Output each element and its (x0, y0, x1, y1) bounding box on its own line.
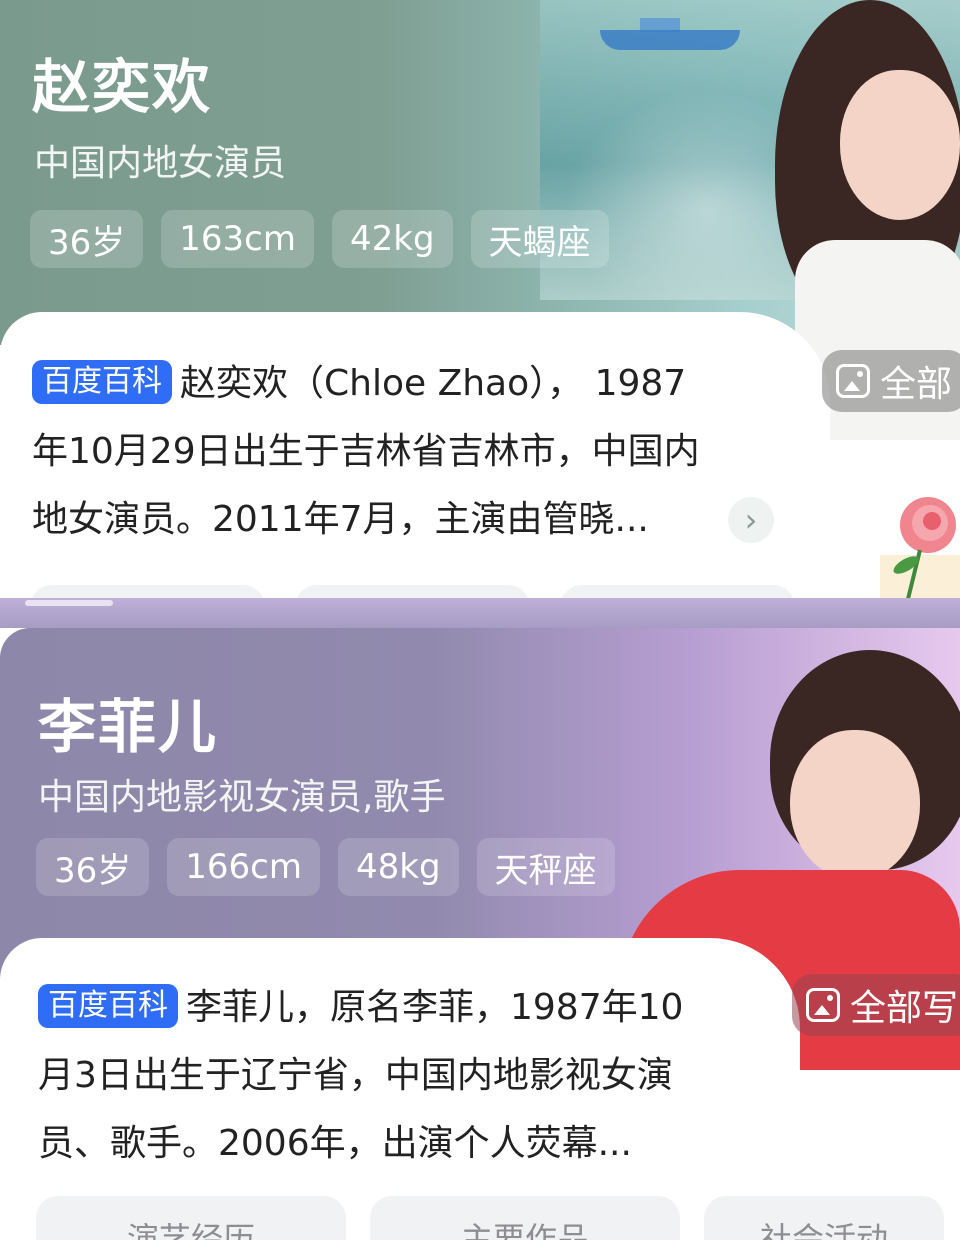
height-tag: 166cm (167, 838, 320, 896)
weight-tag: 42kg (331, 210, 453, 268)
card-tabs: 演艺经历 主要作品 社会活动 (36, 1196, 944, 1240)
weight-tag: 48kg (337, 838, 459, 896)
zodiac-tag: 天秤座 (476, 838, 615, 896)
person-card-li[interactable]: 李菲儿 中国内地影视女演员,歌手 36岁 166cm 48kg 天秤座 百度百科… (0, 628, 960, 1240)
boat-image-hull (600, 30, 740, 50)
all-photos-button[interactable]: 全部 (822, 350, 960, 412)
baidu-baike-badge: 百度百科 (38, 984, 178, 1028)
summary-text[interactable]: 百度百科 赵奕欢（Chloe Zhao）， 1987 年10月29日出生于吉林省吉… (32, 350, 792, 554)
person-tags: 36岁 163cm 42kg 天蝎座 (30, 210, 609, 268)
all-photos-button[interactable]: 全部写 (792, 974, 960, 1036)
person-name: 赵奕欢 (32, 53, 213, 121)
age-tag: 36岁 (36, 838, 150, 896)
summary-line-3: 员、歌手。2006年，出演个人荧幕... (38, 1123, 632, 1164)
person-tags: 36岁 166cm 48kg 天秤座 (36, 838, 615, 896)
scroll-indicator (25, 600, 113, 606)
summary-line-1: 李菲儿，原名李菲，1987年10 (186, 987, 684, 1028)
baidu-baike-badge: 百度百科 (32, 360, 172, 404)
photo-icon (836, 364, 870, 398)
all-photos-label: 全部 (880, 364, 953, 405)
summary-line-2: 年10月29日出生于吉林省吉林市，中国内 (32, 431, 700, 472)
tab-main-works[interactable]: 主要作品 (370, 1196, 680, 1240)
summary-line-1: 赵奕欢（Chloe Zhao）， 1987 (180, 363, 687, 404)
person-name: 李菲儿 (38, 693, 219, 761)
photo-icon (806, 988, 840, 1022)
height-tag: 163cm (161, 210, 314, 268)
tab-performing-experience[interactable]: 演艺经历 (36, 1196, 346, 1240)
rose-icon (880, 497, 960, 600)
person-occupation: 中国内地影视女演员,歌手 (38, 777, 446, 818)
card-divider (0, 598, 960, 628)
summary-line-3: 地女演员。2011年7月，主演由管晓... (32, 499, 649, 540)
summary-line-2: 月3日出生于辽宁省，中国内地影视女演 (38, 1055, 673, 1096)
all-photos-label: 全部写 (850, 988, 959, 1029)
person-card-zhao[interactable]: 赵奕欢 中国内地女演员 36岁 163cm 42kg 天蝎座 百度百科 赵奕欢（C… (0, 0, 960, 600)
zodiac-tag: 天蝎座 (470, 210, 609, 268)
chevron-right-icon[interactable]: › (728, 497, 774, 543)
person-occupation: 中国内地女演员 (34, 143, 287, 184)
tab-social-activities[interactable]: 社会活动 (704, 1196, 944, 1240)
age-tag: 36岁 (30, 210, 144, 268)
summary-text[interactable]: 百度百科 李菲儿，原名李菲，1987年10 月3日出生于辽宁省，中国内地影视女演 … (38, 974, 768, 1178)
